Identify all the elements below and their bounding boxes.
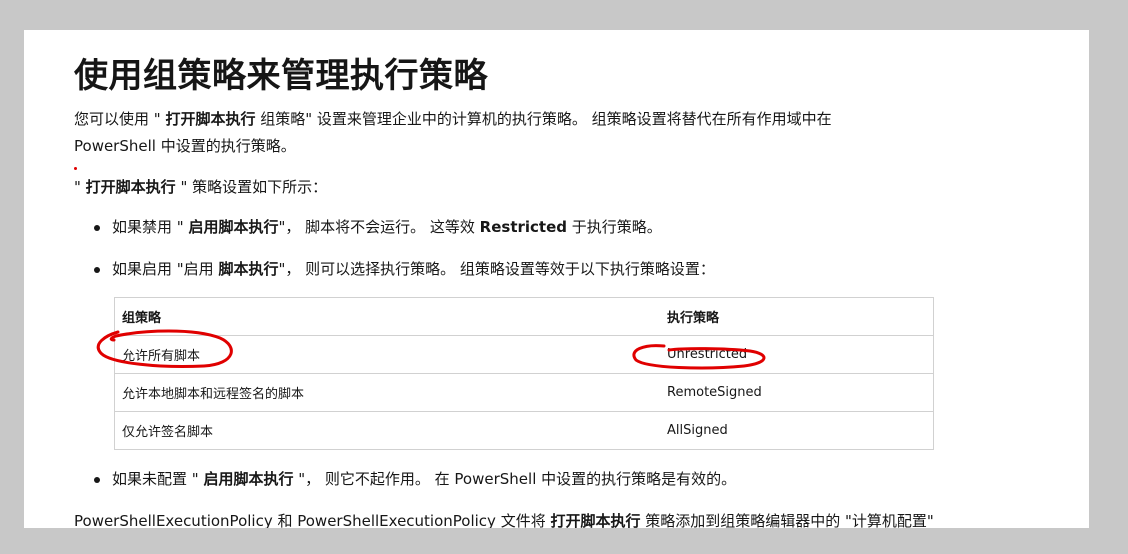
- page-title: 使用组策略来管理执行策略: [74, 56, 488, 96]
- setting-paragraph: " 打开脚本执行 " 策略设置如下所示：: [74, 174, 327, 201]
- list-text: "， 脚本将不会运行。 这等效: [278, 218, 480, 236]
- intro-bold: 打开脚本执行: [165, 110, 256, 128]
- footer-text-pre: PowerShellExecutionPolicy 和 PowerShellEx…: [74, 512, 551, 528]
- document-page: 使用组策略来管理执行策略 您可以使用 " 打开脚本执行 组策略" 设置来管理企业…: [24, 30, 1089, 528]
- list-item-enabled: 如果启用 "启用 脚本执行"， 则可以选择执行策略。 组策略设置等效于以下执行策…: [94, 256, 715, 283]
- setting-text-pre: ": [74, 178, 86, 196]
- list-item-disabled: 如果禁用 " 启用脚本执行"， 脚本将不会运行。 这等效 Restricted …: [94, 214, 662, 241]
- intro-paragraph: 您可以使用 " 打开脚本执行 组策略" 设置来管理企业中的计算机的执行策略。 组…: [74, 106, 894, 160]
- table-row: 仅允许签名脚本 AllSigned: [114, 411, 934, 450]
- setting-bold: 打开脚本执行: [85, 178, 176, 196]
- list-bold: 启用脚本执行: [188, 218, 279, 236]
- red-mark-dot: [74, 167, 77, 170]
- intro-text-pre: 您可以使用 ": [74, 110, 166, 128]
- list-item-not-configured: 如果未配置 " 启用脚本执行 "， 则它不起作用。 在 PowerShell 中…: [93, 466, 737, 493]
- table-cell: 允许所有脚本: [114, 335, 660, 374]
- setting-text-post: " 策略设置如下所示：: [175, 178, 328, 196]
- footer-bold: 打开脚本执行: [550, 512, 641, 528]
- list-text: 于执行策略。: [567, 218, 662, 236]
- list-bold: 脚本执行: [218, 260, 279, 278]
- list-text: 如果启用 "启用: [112, 260, 219, 278]
- table-header-row: 组策略 执行策略: [114, 297, 934, 336]
- list-text: "， 则它不起作用。 在 PowerShell 中设置的执行策略是有效的。: [293, 470, 737, 488]
- policy-table: 组策略 执行策略 允许所有脚本 Unrestricted 允许本地脚本和远程签名…: [114, 297, 934, 450]
- list-text: 如果未配置 ": [112, 470, 204, 488]
- table-row: 允许本地脚本和远程签名的脚本 RemoteSigned: [114, 373, 934, 412]
- footer-paragraph: PowerShellExecutionPolicy 和 PowerShellEx…: [74, 508, 934, 528]
- list-bold: 启用脚本执行: [203, 470, 294, 488]
- table-row: 允许所有脚本 Unrestricted: [114, 335, 934, 374]
- table-cell: RemoteSigned: [660, 373, 934, 412]
- table-header-execution-policy: 执行策略: [660, 297, 934, 336]
- footer-text-post: 策略添加到组策略编辑器中的 "计算机配置": [640, 512, 934, 528]
- table-cell: 仅允许签名脚本: [114, 411, 660, 450]
- list-text: "， 则可以选择执行策略。 组策略设置等效于以下执行策略设置：: [278, 260, 715, 278]
- table-cell: AllSigned: [660, 411, 934, 450]
- table-cell: 允许本地脚本和远程签名的脚本: [114, 373, 660, 412]
- table-cell: Unrestricted: [660, 335, 934, 374]
- table-header-group-policy: 组策略: [114, 297, 660, 336]
- list-text: 如果禁用 ": [112, 218, 189, 236]
- list-bold: Restricted: [479, 218, 568, 236]
